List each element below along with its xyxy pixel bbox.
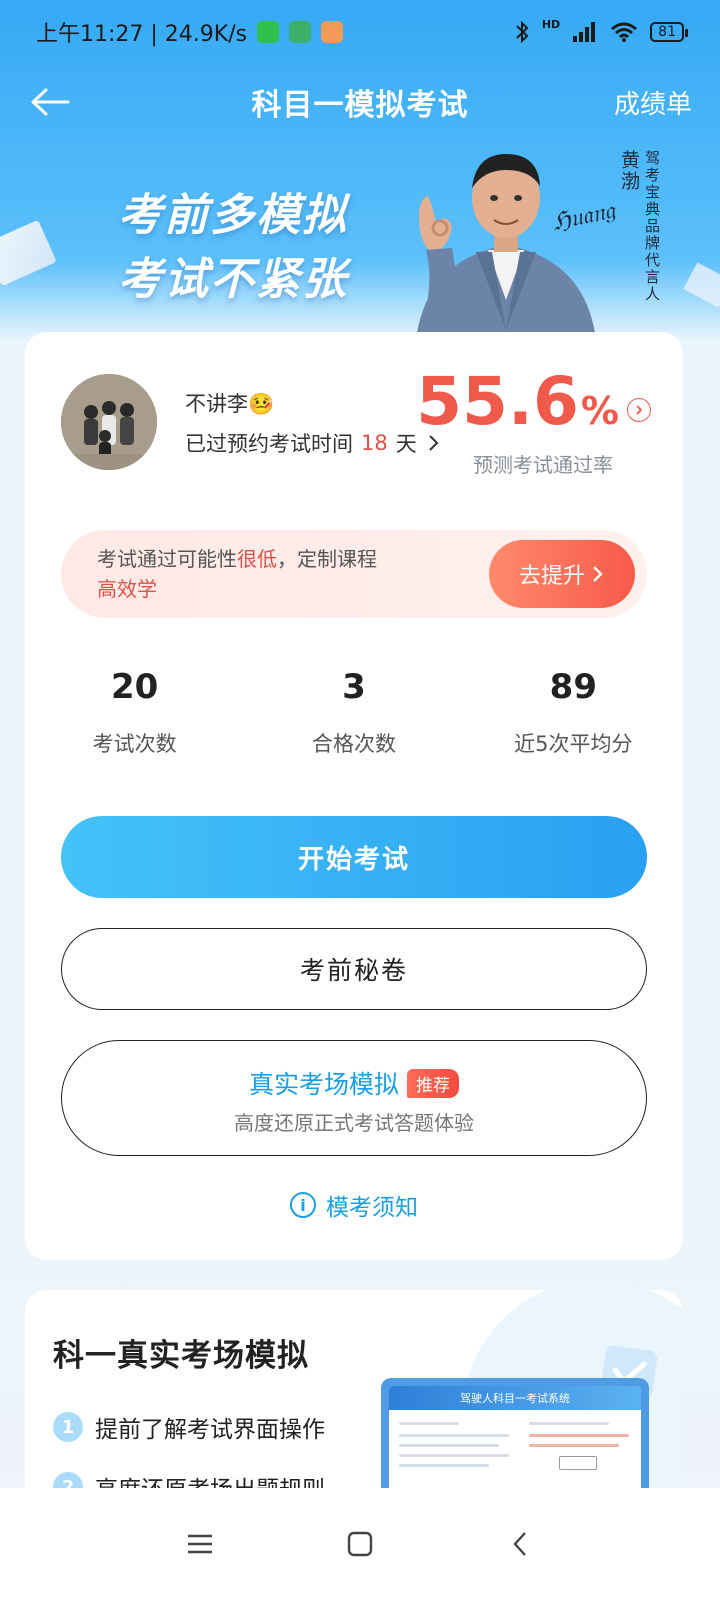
stat-value: 3 <box>342 667 366 707</box>
chevron-right-icon <box>593 566 603 582</box>
feature-item: 1 提前了解考试界面操作 <box>53 1410 325 1444</box>
preview-line <box>529 1422 609 1425</box>
avatar[interactable] <box>61 374 157 470</box>
home-button[interactable] <box>330 1514 390 1574</box>
pass-rate-value: 55.6 <box>416 363 579 440</box>
stat-label: 合格次数 <box>311 732 396 756</box>
transcript-button[interactable]: 成绩单 <box>614 84 692 121</box>
tip-text-line2: 高效学 <box>97 577 157 601</box>
stat-label: 近5次平均分 <box>514 732 633 756</box>
exam-stats: 20 考试次数 3 合格次数 89 近5次平均分 <box>25 662 683 772</box>
hd-label: HD <box>541 17 561 31</box>
menu-icon <box>188 1534 212 1554</box>
preview-line <box>399 1444 499 1447</box>
exam-card: 不讲李🤒 已过预约考试时间 18 天 55.6 % 预测考试通过率 考试通过可能… <box>25 332 683 1260</box>
back-nav-button[interactable] <box>490 1514 550 1574</box>
chevron-circle-right-icon <box>627 398 651 422</box>
notice-label: 模考须知 <box>326 1195 418 1221</box>
stat-value: 20 <box>111 667 159 707</box>
battery-level: 81 <box>658 24 676 40</box>
home-square-icon <box>347 1531 373 1557</box>
section-title: 科一真实考场模拟 <box>53 1338 309 1374</box>
paper-decoration <box>683 262 720 308</box>
preview-button <box>559 1456 597 1470</box>
spokesman-name: 黄渤 <box>618 150 640 192</box>
stat-average-score: 89 近5次平均分 <box>464 662 683 772</box>
system-nav-bar <box>0 1488 720 1600</box>
deadline-text: 已过预约考试时间 <box>185 432 353 456</box>
real-exam-sim-button[interactable]: 真实考场模拟 推荐 高度还原正式考试答题体验 <box>61 1040 647 1156</box>
preview-line <box>399 1422 459 1425</box>
page-title: 科目一模拟考试 <box>251 88 469 123</box>
status-right: HD 81 <box>514 17 688 44</box>
stat-exam-count: 20 考试次数 <box>25 662 244 772</box>
exam-deadline-link[interactable]: 已过预约考试时间 18 天 <box>185 428 441 458</box>
preview-line <box>399 1434 509 1437</box>
improve-tip: 考试通过可能性很低，定制课程 高效学 去提升 <box>61 530 647 618</box>
improve-button[interactable]: 去提升 <box>489 540 635 608</box>
exam-notice-link[interactable]: i 模考须知 <box>25 1188 683 1222</box>
header: 科目一模拟考试 成绩单 <box>0 64 720 140</box>
stat-pass-count: 3 合格次数 <box>244 662 463 772</box>
slogan-line-1: 考前多模拟 <box>118 190 348 241</box>
feature-number: 1 <box>53 1412 83 1442</box>
status-left: 上午11:27 | 24.9K/s <box>36 16 344 48</box>
menu-button[interactable] <box>170 1514 230 1574</box>
stat-label: 考试次数 <box>92 732 177 756</box>
info-icon: i <box>290 1192 316 1218</box>
preview-title: 驾驶人科目一考试系统 <box>389 1386 641 1410</box>
pass-rate-value-row: 55.6 % <box>416 362 651 451</box>
preview-line <box>529 1444 619 1447</box>
improve-button-label: 去提升 <box>518 564 585 589</box>
shop-app-icon <box>321 21 344 43</box>
start-exam-button[interactable]: 开始考试 <box>61 816 647 898</box>
back-button[interactable] <box>28 80 72 124</box>
spokesman-photo <box>416 154 596 340</box>
real-sim-title-row: 真实考场模拟 推荐 <box>62 1065 646 1101</box>
spokesman-role: 驾考宝典品牌代言人 <box>643 150 661 303</box>
signal-icon <box>573 22 596 42</box>
secret-paper-button[interactable]: 考前秘卷 <box>61 928 647 1010</box>
stat-value: 89 <box>549 667 597 707</box>
real-sim-title: 真实考场模拟 <box>248 1070 399 1099</box>
tip-text-prefix: 考试通过可能性 <box>97 547 237 571</box>
deadline-days: 18 <box>361 431 388 455</box>
tip-text-highlight: 很低 <box>237 547 277 571</box>
deadline-unit: 天 <box>395 432 417 456</box>
banner: 考前多模拟 考试不紧张 ℌ𝔲𝔞𝔫𝔤 黄渤 驾考宝典品牌代言人 <box>0 140 720 340</box>
home-app-icon <box>289 21 312 43</box>
username: 不讲李🤒 <box>185 392 275 416</box>
avatar-photo <box>61 374 157 470</box>
battery-indicator: 81 <box>650 22 688 42</box>
pass-rate-unit: % <box>580 389 619 433</box>
status-time-speed: 上午11:27 | 24.9K/s <box>36 22 248 47</box>
real-sim-subtitle: 高度还原正式考试答题体验 <box>234 1111 474 1135</box>
recommend-badge: 推荐 <box>407 1068 459 1098</box>
status-bar: 上午11:27 | 24.9K/s HD 81 <box>0 0 720 64</box>
slogan-line-2: 考试不紧张 <box>118 254 348 305</box>
chevron-left-icon <box>513 1532 526 1556</box>
preview-line <box>529 1434 629 1437</box>
pass-rate-label: 预测考试通过率 <box>473 453 613 477</box>
paper-decoration <box>0 219 57 287</box>
wifi-icon <box>611 22 638 42</box>
banner-slogan: 考前多模拟 考试不紧张 <box>118 184 348 312</box>
wechat-icon <box>257 21 280 43</box>
arrow-left-icon <box>31 88 70 116</box>
feature-text: 提前了解考试界面操作 <box>95 1417 325 1443</box>
tip-text-suffix: ，定制课程 <box>277 547 377 571</box>
bluetooth-icon <box>516 20 529 44</box>
preview-line <box>399 1464 489 1467</box>
tip-text: 考试通过可能性很低，定制课程 高效学 <box>97 544 437 604</box>
preview-line <box>399 1454 509 1457</box>
pass-rate[interactable]: 55.6 % 预测考试通过率 <box>416 362 651 478</box>
